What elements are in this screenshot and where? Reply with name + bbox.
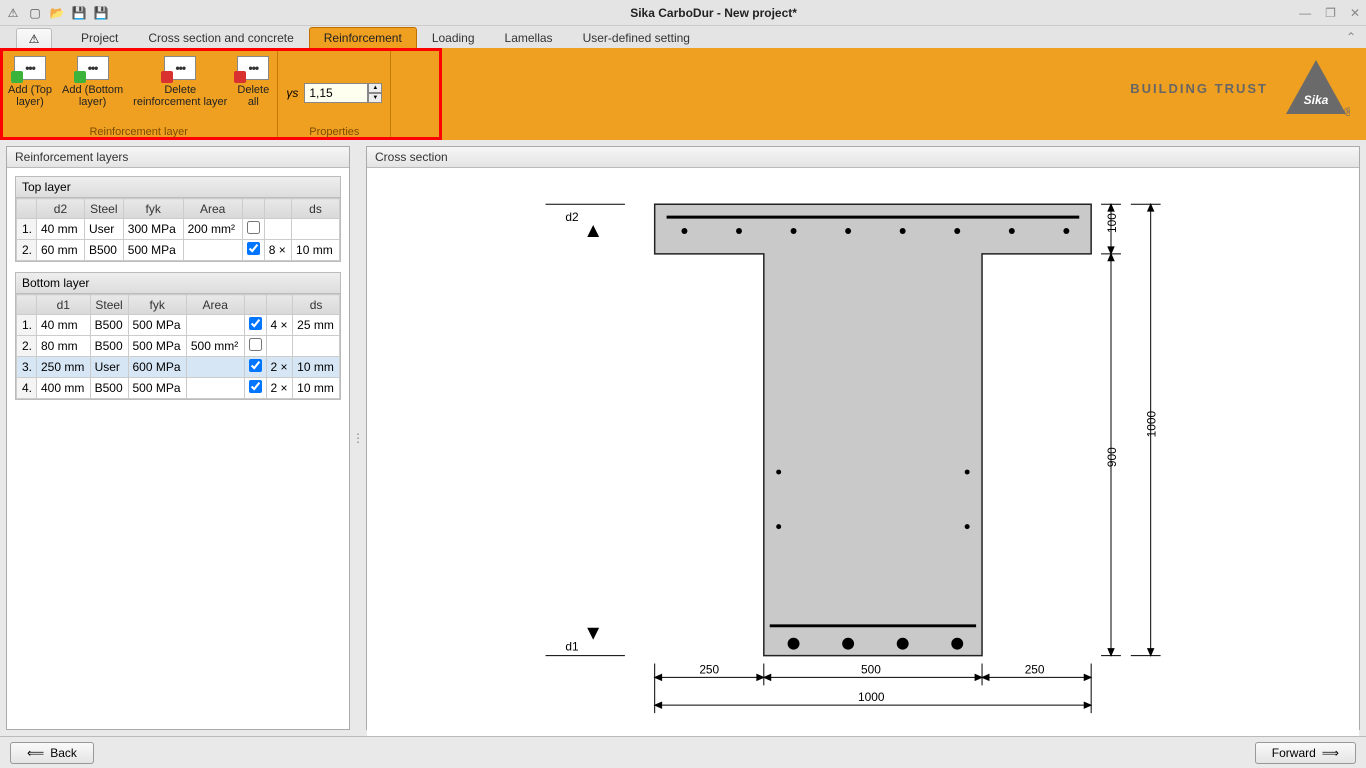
title-bar: ⚠ ▢ 📂 💾 💾 Sika CarboDur - New project* —… — [0, 0, 1366, 26]
delete-all-button[interactable]: ••• Delete all — [237, 52, 269, 124]
x-icon — [234, 71, 246, 83]
dim-250l: 250 — [699, 662, 719, 676]
forward-button[interactable]: Forward⟹ — [1255, 742, 1356, 764]
brand: BUILDING TRUST Sika ® — [1130, 58, 1350, 118]
footer: ⟸Back Forward⟹ — [0, 736, 1366, 768]
open-icon[interactable]: 📂 — [50, 6, 64, 20]
warning-icon: ⚠ — [29, 32, 40, 46]
checkbox[interactable] — [247, 242, 260, 255]
dim-500: 500 — [861, 662, 881, 676]
minimize-icon[interactable]: — — [1299, 6, 1311, 20]
restore-icon[interactable]: ❐ — [1325, 6, 1336, 20]
top-layer-group: Top layer d2SteelfykAreads 1.40 mmUser30… — [15, 176, 341, 262]
label: Add (Top layer) — [8, 84, 52, 108]
checkbox[interactable] — [247, 221, 260, 234]
bottom-layer-group: Bottom layer d1SteelfykAreads 1.40 mmB50… — [15, 272, 341, 400]
sika-logo: Sika ® — [1282, 58, 1350, 118]
reinforcement-layers-panel: Reinforcement layers Top layer d2Steelfy… — [6, 146, 350, 730]
panel-title: Reinforcement layers — [7, 147, 349, 168]
bottom-layer-table[interactable]: d1SteelfykAreads 1.40 mmB500500 MPa 4 ×2… — [16, 294, 340, 399]
label: Delete reinforcement layer — [133, 84, 227, 108]
tab-loading[interactable]: Loading — [417, 27, 490, 48]
app-tab[interactable]: ⚠ — [16, 28, 52, 48]
close-icon[interactable]: ✕ — [1350, 6, 1360, 20]
dim-1000h: 1000 — [858, 690, 885, 704]
group-title: Top layer — [16, 177, 340, 198]
ribbon-tabs: ⚠ Project Cross section and concrete Rei… — [0, 26, 1366, 48]
table-row[interactable]: 3.250 mmUser600 MPa 2 ×10 mm — [17, 357, 340, 378]
checkbox[interactable] — [249, 380, 262, 393]
save-icon[interactable]: 💾 — [72, 6, 86, 20]
top-layer-table[interactable]: d2SteelfykAreads 1.40 mmUser300 MPa200 m… — [16, 198, 340, 261]
group-caption: Properties — [286, 124, 382, 138]
svg-text:Sika: Sika — [1304, 93, 1329, 107]
dim-1000v: 1000 — [1145, 410, 1159, 437]
table-row[interactable]: 2.80 mmB500500 MPa500 mm² — [17, 336, 340, 357]
group-caption: Reinforcement layer — [8, 124, 269, 138]
add-top-layer-button[interactable]: ••• Add (Top layer) — [8, 52, 52, 124]
tab-lamellas[interactable]: Lamellas — [490, 27, 568, 48]
brand-text: BUILDING TRUST — [1130, 81, 1268, 96]
cross-section-drawing: d2 d1 100 900 1000 — [367, 168, 1359, 736]
splitter-handle[interactable]: ⋮ — [356, 146, 360, 730]
panel-title: Cross section — [367, 147, 1359, 168]
label: Add (Bottom layer) — [62, 84, 123, 108]
spin-down-icon[interactable]: ▼ — [368, 93, 382, 103]
plus-icon — [74, 71, 86, 83]
plus-icon — [11, 71, 23, 83]
back-button[interactable]: ⟸Back — [10, 742, 94, 764]
dim-100: 100 — [1105, 213, 1119, 233]
collapse-ribbon-icon[interactable]: ⌃ — [1346, 30, 1356, 44]
spin-up-icon[interactable]: ▲ — [368, 83, 382, 93]
warning-icon[interactable]: ⚠ — [6, 6, 20, 20]
tab-project[interactable]: Project — [66, 27, 133, 48]
table-row[interactable]: 1.40 mmUser300 MPa200 mm² — [17, 219, 340, 240]
gamma-s-input[interactable] — [304, 83, 368, 103]
gamma-s-spinner[interactable]: ▲▼ — [304, 83, 382, 103]
svg-text:®: ® — [1344, 105, 1350, 118]
table-row[interactable]: 4.400 mmB500500 MPa 2 ×10 mm — [17, 378, 340, 399]
new-icon[interactable]: ▢ — [28, 6, 42, 20]
label: Delete all — [237, 84, 269, 108]
add-bottom-layer-button[interactable]: ••• Add (Bottom layer) — [62, 52, 123, 124]
group-title: Bottom layer — [16, 273, 340, 294]
d1-label: d1 — [565, 640, 579, 654]
arrow-left-icon: ⟸ — [27, 746, 44, 760]
checkbox[interactable] — [249, 359, 262, 372]
delete-layer-button[interactable]: ••• Delete reinforcement layer — [133, 52, 227, 124]
table-row[interactable]: 1.40 mmB500500 MPa 4 ×25 mm — [17, 315, 340, 336]
window-title: Sika CarboDur - New project* — [128, 6, 1299, 20]
ribbon: ••• Add (Top layer) ••• Add (Bottom laye… — [0, 48, 1366, 140]
checkbox[interactable] — [249, 338, 262, 351]
gamma-s-label: γs — [286, 86, 298, 100]
dim-900: 900 — [1105, 447, 1119, 467]
table-row[interactable]: 2.60 mmB500500 MPa 8 ×10 mm — [17, 240, 340, 261]
quick-access-toolbar: ⚠ ▢ 📂 💾 💾 — [6, 6, 108, 20]
tab-reinforcement[interactable]: Reinforcement — [309, 27, 417, 48]
d2-label: d2 — [565, 210, 579, 224]
tab-cross-section[interactable]: Cross section and concrete — [133, 27, 308, 48]
dim-250r: 250 — [1025, 662, 1045, 676]
x-icon — [161, 71, 173, 83]
arrow-right-icon: ⟹ — [1322, 746, 1339, 760]
saveas-icon[interactable]: 💾 — [94, 6, 108, 20]
cross-section-panel: Cross section — [366, 146, 1360, 730]
tab-user-defined[interactable]: User-defined setting — [568, 27, 705, 48]
checkbox[interactable] — [249, 317, 262, 330]
